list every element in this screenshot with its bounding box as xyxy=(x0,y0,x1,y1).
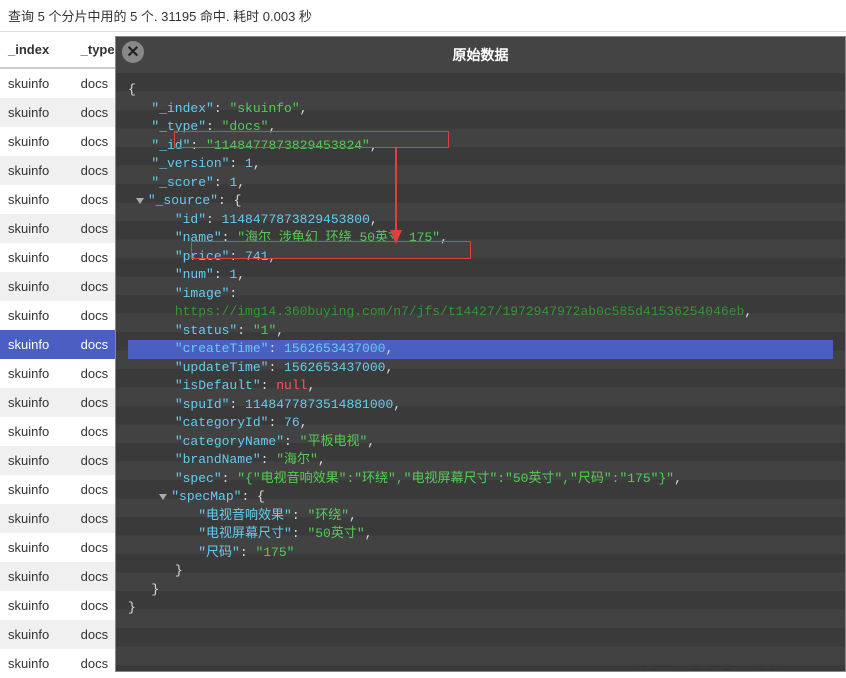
json-line: "isDefault": null, xyxy=(128,377,833,396)
cell: skuinfo xyxy=(0,330,73,359)
json-line: } xyxy=(128,562,833,581)
json-line: "_type": "docs", xyxy=(128,118,833,137)
json-line: "brandName": "海尔", xyxy=(128,451,833,470)
json-line: "_index": "skuinfo", xyxy=(128,100,833,119)
json-line: "电视音响效果": "环绕", xyxy=(128,507,833,526)
col-index[interactable]: _index xyxy=(0,32,73,68)
json-line: { xyxy=(128,81,833,100)
json-line: "specMap": { xyxy=(128,488,833,507)
cell: skuinfo xyxy=(0,475,73,504)
cell: skuinfo xyxy=(0,272,73,301)
json-line: "price": 741, xyxy=(128,248,833,267)
json-line: "num": 1, xyxy=(128,266,833,285)
json-line: "categoryName": "平板电视", xyxy=(128,433,833,452)
cell: skuinfo xyxy=(0,359,73,388)
cell: skuinfo xyxy=(0,68,73,98)
json-line: } xyxy=(128,581,833,600)
json-line: "电视屏幕尺寸": "50英寸", xyxy=(128,525,833,544)
json-line: } xyxy=(128,599,833,618)
close-icon[interactable]: ✕ xyxy=(122,41,144,63)
modal-title: 原始数据 xyxy=(453,47,509,63)
json-line: "spuId": 1148477873514881000, xyxy=(128,396,833,415)
cell: skuinfo xyxy=(0,446,73,475)
cell: skuinfo xyxy=(0,562,73,591)
json-line: "spec": "{"电视音响效果":"环绕","电视屏幕尺寸":"50英寸",… xyxy=(128,470,833,489)
cell: skuinfo xyxy=(0,214,73,243)
json-line: "categoryId": 76, xyxy=(128,414,833,433)
cell: skuinfo xyxy=(0,127,73,156)
cell: skuinfo xyxy=(0,301,73,330)
json-line: "_source": { xyxy=(128,192,833,211)
json-line: https://img14.360buying.com/n7/jfs/t1442… xyxy=(128,303,833,322)
json-line: "尺码": "175" xyxy=(128,544,833,563)
cell: skuinfo xyxy=(0,417,73,446)
json-line: "name": "海尔 涉龟幻 环绕 50英寸 175", xyxy=(128,229,833,248)
json-line: "_id": "1148477873829453824", xyxy=(128,137,833,156)
cell: skuinfo xyxy=(0,156,73,185)
query-status: 查询 5 个分片中用的 5 个. 31195 命中. 耗时 0.003 秒 xyxy=(0,0,846,32)
modal-header: ✕ 原始数据 xyxy=(116,37,845,73)
json-viewer[interactable]: { "_index": "skuinfo", "_type": "docs", … xyxy=(116,73,845,669)
cell: skuinfo xyxy=(0,649,73,678)
cell: skuinfo xyxy=(0,533,73,562)
json-line: "image": xyxy=(128,285,833,304)
cell: skuinfo xyxy=(0,185,73,214)
json-line: "updateTime": 1562653437000, xyxy=(128,359,833,378)
json-line: "createTime": 1562653437000, xyxy=(128,340,833,359)
json-line: "status": "1", xyxy=(128,322,833,341)
cell: skuinfo xyxy=(0,98,73,127)
cell: skuinfo xyxy=(0,243,73,272)
json-line: "_score": 1, xyxy=(128,174,833,193)
json-line: "id": 1148477873829453800, xyxy=(128,211,833,230)
cell: skuinfo xyxy=(0,388,73,417)
cell: skuinfo xyxy=(0,620,73,649)
json-line: "_version": 1, xyxy=(128,155,833,174)
cell: skuinfo xyxy=(0,591,73,620)
raw-data-modal: ✕ 原始数据 { "_index": "skuinfo", "_type": "… xyxy=(115,36,846,672)
cell: skuinfo xyxy=(0,504,73,533)
